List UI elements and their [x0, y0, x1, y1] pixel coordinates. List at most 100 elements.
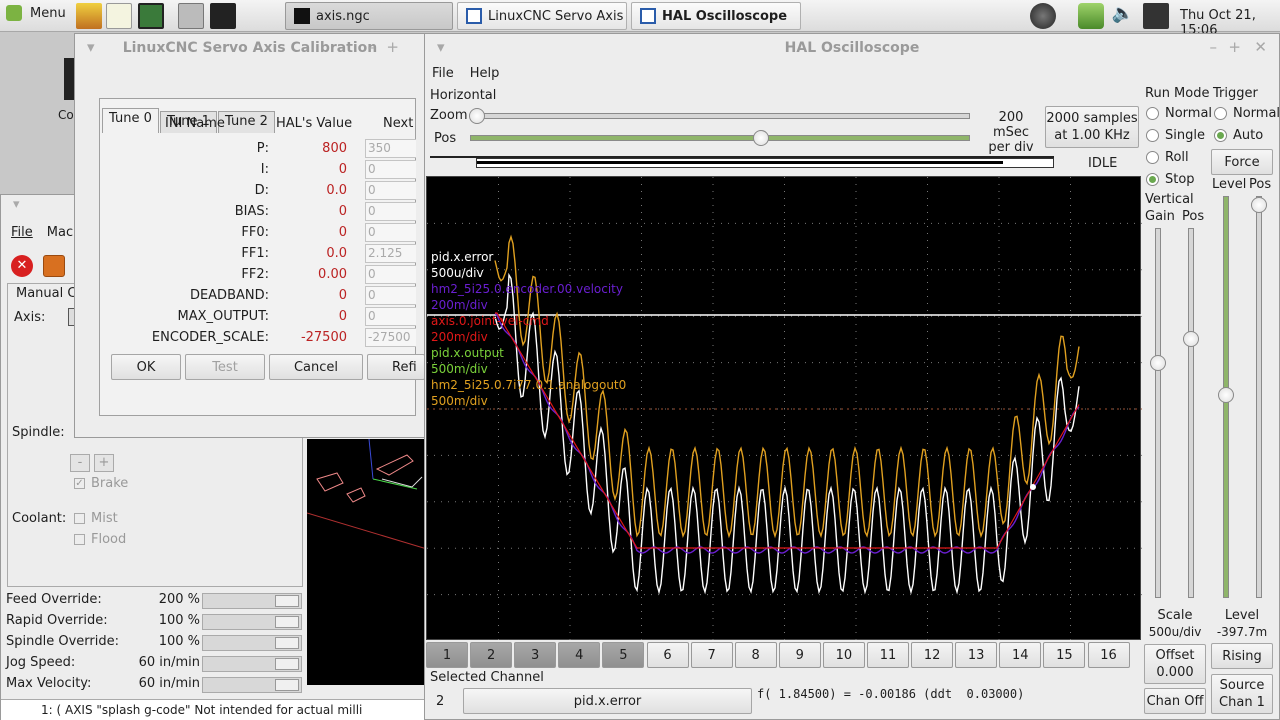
- flood-checkbox[interactable]: Flood: [74, 532, 126, 547]
- run-mode-stop-radio[interactable]: Stop: [1146, 172, 1195, 187]
- channel-button-12[interactable]: 12: [911, 642, 954, 668]
- channel-button-11[interactable]: 11: [867, 642, 909, 668]
- next-value-field[interactable]: 0: [365, 181, 416, 200]
- horizontal-label: Horizontal: [430, 88, 497, 103]
- channel-button-1[interactable]: 1: [426, 642, 468, 668]
- trigger-level-slider-knob[interactable]: [1218, 387, 1234, 403]
- window-menu-icon[interactable]: ▾: [437, 38, 445, 56]
- force-button[interactable]: Force: [1211, 149, 1273, 175]
- toolpath-preview[interactable]: [307, 439, 427, 685]
- trigger-pos-slider-knob[interactable]: [1251, 197, 1267, 213]
- max-velocity-slider[interactable]: [202, 677, 302, 693]
- jog-speed-slider[interactable]: [202, 656, 302, 672]
- chan-off-button[interactable]: Chan Off: [1144, 688, 1206, 714]
- trigger-auto-radio[interactable]: Auto: [1214, 128, 1263, 143]
- volume-icon[interactable]: 🔈: [1110, 3, 1136, 29]
- text-editor-launcher-icon[interactable]: [106, 3, 132, 29]
- maximize-icon[interactable]: +: [386, 38, 399, 56]
- monitor-launcher-icon[interactable]: [138, 3, 164, 29]
- gain-slider-knob[interactable]: [1150, 355, 1166, 371]
- channel-button-8[interactable]: 8: [734, 642, 777, 668]
- files-launcher-icon[interactable]: [178, 3, 204, 29]
- time-per-div: 200 mSec per div: [988, 110, 1034, 155]
- rapid-override-slider[interactable]: [202, 614, 302, 630]
- flood-label: Flood: [91, 532, 127, 547]
- next-value-field[interactable]: 0: [365, 223, 416, 242]
- menu-file[interactable]: File: [432, 66, 454, 81]
- power-icon[interactable]: [43, 255, 65, 277]
- channel-button-14[interactable]: 14: [999, 642, 1042, 668]
- offset-button[interactable]: Offset 0.000: [1144, 644, 1206, 684]
- selected-channel-label: Selected Channel: [430, 670, 544, 685]
- channel-button-6[interactable]: 6: [646, 642, 689, 668]
- channel-button-2[interactable]: 2: [470, 642, 513, 668]
- trigger-level-label: Level: [1212, 177, 1247, 192]
- trigger-pos-slider[interactable]: [1256, 196, 1262, 598]
- mist-checkbox[interactable]: Mist: [74, 511, 118, 526]
- wizard-launcher-icon[interactable]: [76, 3, 102, 29]
- channel-button-7[interactable]: 7: [690, 642, 733, 668]
- trigger-normal-radio[interactable]: Normal: [1214, 106, 1280, 121]
- channel-button-9[interactable]: 9: [778, 642, 821, 668]
- source-button[interactable]: Source Chan 1: [1211, 674, 1273, 714]
- next-value-field[interactable]: 0: [365, 307, 416, 326]
- next-value-field[interactable]: 350: [365, 139, 416, 158]
- next-value-field[interactable]: 0: [365, 202, 416, 221]
- menu-file[interactable]: File: [11, 225, 33, 240]
- channel-button-4[interactable]: 4: [558, 642, 601, 668]
- next-value-field[interactable]: 0: [365, 265, 416, 284]
- channel-button-5[interactable]: 5: [602, 642, 645, 668]
- spindle-faster-button[interactable]: +: [94, 454, 114, 472]
- camera-tray-icon[interactable]: [1030, 3, 1056, 29]
- shield-check-icon[interactable]: [1078, 3, 1104, 29]
- pos-slider[interactable]: [470, 135, 970, 141]
- spindle-override-slider[interactable]: [202, 635, 302, 651]
- run-mode-single-radio[interactable]: Single: [1146, 128, 1205, 143]
- spindle-slower-button[interactable]: -: [70, 454, 90, 472]
- network-disconnected-icon[interactable]: [1143, 3, 1169, 29]
- terminal-launcher-icon[interactable]: [210, 3, 236, 29]
- refresh-button[interactable]: Refi: [367, 354, 425, 380]
- rising-button[interactable]: Rising: [1211, 643, 1273, 669]
- channel-button-3[interactable]: 3: [514, 642, 557, 668]
- samples-button[interactable]: 2000 samples at 1.00 KHz: [1045, 106, 1139, 148]
- task-axis[interactable]: axis.ngc: [285, 2, 453, 30]
- next-value-field[interactable]: 0: [365, 160, 416, 179]
- task-calibration[interactable]: LinuxCNC Servo Axis ...: [457, 2, 627, 30]
- feed-override-slider[interactable]: [202, 593, 302, 609]
- channel-button-16[interactable]: 16: [1087, 642, 1130, 668]
- selected-channel-button[interactable]: pid.x.error: [463, 688, 752, 714]
- vertical-pos-slider-knob[interactable]: [1183, 331, 1199, 347]
- cancel-button[interactable]: Cancel: [269, 354, 363, 380]
- estop-icon[interactable]: ✕: [11, 255, 33, 277]
- window-menu-icon[interactable]: ▾: [87, 38, 95, 56]
- gain-slider[interactable]: [1155, 228, 1161, 598]
- channel-button-10[interactable]: 10: [822, 642, 865, 668]
- run-mode-roll-radio[interactable]: Roll: [1146, 150, 1189, 165]
- window-menu-icon[interactable]: ▾: [13, 197, 20, 212]
- next-value-field[interactable]: 0: [365, 286, 416, 305]
- menu-help[interactable]: Help: [470, 66, 500, 81]
- trace-label: hm2_5i25.0.7i77.0.1.analogout0: [431, 378, 626, 392]
- minimize-icon[interactable]: –: [1210, 38, 1218, 56]
- run-mode-normal-radio[interactable]: Normal: [1146, 106, 1212, 121]
- zoom-slider-knob[interactable]: [469, 108, 485, 124]
- scope-display[interactable]: pid.x.error 500u/div hm2_5i25.0.encoder.00…: [426, 176, 1142, 641]
- ok-button[interactable]: OK: [111, 354, 181, 380]
- maximize-icon[interactable]: +: [1228, 38, 1241, 56]
- task-halscope[interactable]: HAL Oscilloscope: [631, 2, 801, 30]
- start-menu-button[interactable]: Menu: [6, 5, 66, 21]
- zoom-slider[interactable]: [472, 113, 970, 119]
- brake-checkbox[interactable]: ✓ Brake: [74, 476, 128, 491]
- channel-button-13[interactable]: 13: [955, 642, 998, 668]
- channel-button-15[interactable]: 15: [1043, 642, 1086, 668]
- next-value-field[interactable]: 2.125: [365, 244, 416, 263]
- test-button[interactable]: Test: [185, 354, 265, 380]
- pos-slider-knob[interactable]: [753, 130, 769, 146]
- next-value-field[interactable]: -27500: [365, 328, 416, 347]
- vertical-pos-slider[interactable]: [1188, 228, 1194, 598]
- mist-label: Mist: [91, 511, 118, 526]
- close-icon[interactable]: ✕: [1254, 38, 1267, 56]
- gcode-listing[interactable]: 1: ( AXIS "splash g-code" Not intended f…: [1, 699, 431, 720]
- minimize-icon[interactable]: –: [368, 38, 376, 56]
